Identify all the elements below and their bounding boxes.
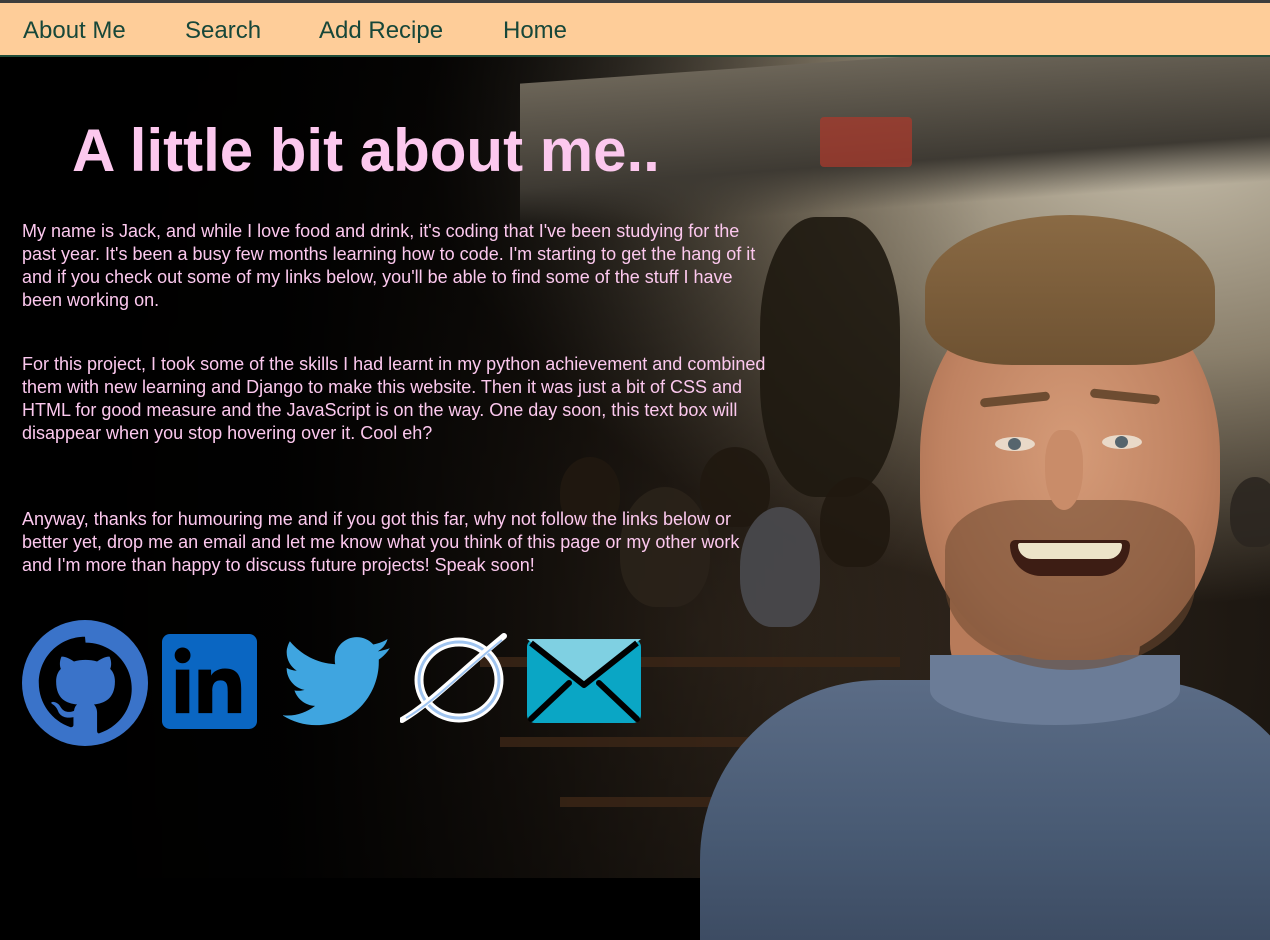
background-person bbox=[1230, 477, 1270, 547]
portfolio-link[interactable] bbox=[400, 632, 510, 726]
portrait-hair bbox=[925, 215, 1215, 365]
portrait-mouth bbox=[1010, 540, 1130, 576]
email-link[interactable] bbox=[525, 637, 643, 725]
github-icon bbox=[22, 620, 148, 746]
email-icon bbox=[527, 639, 641, 723]
twitter-icon bbox=[283, 637, 391, 726]
page-title: A little bit about me.. bbox=[72, 117, 660, 184]
nav-link-about-me[interactable]: About Me bbox=[23, 17, 126, 45]
background-person bbox=[820, 477, 890, 567]
linkedin-icon bbox=[162, 634, 257, 729]
nav-link-add-recipe[interactable]: Add Recipe bbox=[319, 17, 443, 45]
about-paragraph-3: Anyway, thanks for humouring me and if y… bbox=[22, 509, 740, 575]
github-link[interactable] bbox=[22, 620, 148, 746]
portrait-eye bbox=[995, 437, 1035, 451]
linkedin-link[interactable] bbox=[162, 634, 257, 729]
background-tree bbox=[760, 217, 900, 497]
top-navbar: About Me Search Add Recipe Home bbox=[0, 3, 1270, 57]
about-paragraph-2: For this project, I took some of the ski… bbox=[22, 354, 766, 443]
nav-link-search[interactable]: Search bbox=[185, 17, 261, 45]
portrait-eye bbox=[1102, 435, 1142, 449]
background-sign bbox=[820, 117, 912, 167]
portrait-nose bbox=[1045, 430, 1083, 510]
portfolio-logo-icon bbox=[400, 633, 507, 723]
portrait-beard bbox=[945, 500, 1195, 670]
about-paragraph-1: My name is Jack, and while I love food a… bbox=[22, 221, 756, 310]
twitter-link[interactable] bbox=[283, 637, 393, 729]
nav-link-home[interactable]: Home bbox=[503, 17, 567, 45]
